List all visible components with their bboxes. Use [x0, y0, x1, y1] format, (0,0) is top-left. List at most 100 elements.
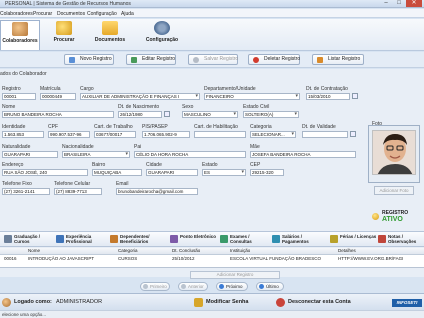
tab-ferias[interactable]: Férias / Licenças	[330, 233, 376, 247]
close-button[interactable]: ✕	[406, 0, 422, 7]
menu-colaboradores[interactable]: Colaboradores	[0, 11, 33, 17]
pis-pasep-field[interactable]: 1.706.065.902-9	[142, 131, 190, 138]
email-field[interactable]: brunobandeirarocha@gmail.com	[116, 188, 198, 195]
cargo-label: Cargo	[80, 86, 94, 92]
dt-nascimento-field[interactable]: 26/12/1980	[118, 111, 162, 118]
cidade-field[interactable]: GUARAPARI	[146, 169, 198, 176]
telefone-celular-field[interactable]: (27) 8839-7713	[54, 188, 102, 195]
calendar-icon[interactable]	[164, 111, 170, 117]
change-password-link[interactable]: Modificar Senha	[206, 299, 248, 305]
cart-habilitacao-field[interactable]	[194, 131, 246, 138]
tab-salarios-label: Salários / Pagamentos	[282, 234, 309, 244]
minimize-button[interactable]: –	[380, 0, 392, 7]
calendar-icon[interactable]	[350, 131, 356, 137]
tab-exames[interactable]: Exames / Consultas	[220, 233, 270, 247]
sun-icon	[330, 235, 338, 243]
add-register-button[interactable]: Adicionar Registro	[190, 271, 280, 279]
last-icon	[259, 284, 264, 289]
employee-photo	[372, 130, 416, 175]
categoria-label: Categoria	[250, 124, 272, 130]
nav-configuracao[interactable]: Configuração	[136, 20, 188, 50]
calendar-icon[interactable]	[352, 93, 358, 99]
cpf-label: CPF	[48, 124, 58, 130]
list-record-label: Listar Registro	[328, 56, 361, 62]
edit-record-button[interactable]: Editar Registro	[126, 54, 176, 65]
nav-documentos[interactable]: Documentos	[88, 20, 132, 50]
tab-salarios[interactable]: Salários / Pagamentos	[272, 233, 324, 247]
column-header-instituicao[interactable]: Instituição	[230, 248, 250, 254]
nome-field[interactable]: BRUNO BANDEIRA ROCHA	[2, 111, 114, 118]
table-row[interactable]: 00016 INTRODUÇÃO AO JAVASCRIPT CURSOS 25…	[0, 256, 424, 263]
new-record-button[interactable]: Novo Registro	[64, 54, 114, 65]
notes-icon	[378, 235, 386, 243]
estado-select[interactable]: ES	[202, 169, 246, 176]
estado-civil-select[interactable]: SOLTEIRO(A)	[243, 111, 299, 118]
column-header-dt-conclusao[interactable]: Dt. Conclusão	[172, 248, 200, 254]
sexo-select[interactable]: MASCULINO	[182, 111, 238, 118]
save-record-button[interactable]: Salvar Registro	[188, 54, 238, 65]
estado-civil-label: Estado Civil	[243, 104, 270, 110]
detail-tabs: Graduação / Cursos Experiência Profissio…	[0, 231, 424, 247]
status-bar: elecione uma opção...	[0, 310, 424, 318]
cart-trabalho-field[interactable]: 03677/00017	[94, 131, 136, 138]
last-page-button[interactable]: Último	[256, 282, 284, 291]
departamento-select[interactable]: FINANCEIRO	[204, 93, 300, 100]
dt-nascimento-label: Dt. de Nascimento	[118, 104, 160, 110]
naturalidade-field[interactable]: GUARAPARI	[2, 151, 58, 158]
endereco-field[interactable]: RUA SÃO JOSÉ, 240	[2, 169, 88, 176]
table-header: Nome Categoria Dt. Conclusão Instituição…	[0, 248, 424, 255]
status-text: elecione uma opção...	[2, 312, 47, 317]
mae-field[interactable]: JOSEFA BANDEIRA ROCHA	[250, 151, 356, 158]
telefone-celular-label: Telefone Celular	[54, 181, 91, 187]
nav-colaboradores[interactable]: Colaboradores	[0, 20, 40, 50]
row-nome: INTRODUÇÃO AO JAVASCRIPT	[28, 256, 95, 261]
tab-dependentes[interactable]: Dependentes/ Beneficiários	[110, 233, 166, 247]
registro-field[interactable]: 00001	[2, 93, 36, 100]
pai-field[interactable]: CÉLIO DA HORA ROCHA	[134, 151, 246, 158]
row-categoria: CURSOS	[118, 256, 138, 261]
first-icon	[143, 284, 148, 289]
cpf-field[interactable]: 990.907.537-96	[48, 131, 90, 138]
column-header-detalhes[interactable]: Detalhes	[338, 248, 356, 254]
cep-field[interactable]: 29215-320	[250, 169, 284, 176]
nav-procurar[interactable]: Procurar	[44, 20, 84, 50]
column-header-categoria[interactable]: Categoria	[118, 248, 138, 254]
menu-documentos[interactable]: Documentos	[57, 11, 85, 17]
tab-experiencia[interactable]: Experiência Profissional	[56, 233, 106, 247]
column-header-nome[interactable]: Nome	[28, 248, 40, 254]
delete-record-button[interactable]: Deletar Registro	[248, 54, 300, 65]
previous-page-button[interactable]: Anterior	[178, 282, 208, 291]
tab-exames-label: Exames / Consultas	[230, 234, 252, 244]
tab-ponto[interactable]: Ponto Eletrônico	[170, 233, 216, 247]
next-page-button[interactable]: Próximo	[216, 282, 248, 291]
bairro-field[interactable]: MUQUIÇABA	[92, 169, 142, 176]
first-page-button[interactable]: Primeiro	[140, 282, 170, 291]
nav-colaboradores-label: Colaboradores	[2, 38, 38, 44]
dt-contratacao-field[interactable]: 15/03/2010	[306, 93, 350, 100]
list-record-button[interactable]: Listar Registro	[312, 54, 364, 65]
dt-validade-field[interactable]	[302, 131, 348, 138]
categoria-select[interactable]: SELECIONAR...	[250, 131, 296, 138]
dt-contratacao-label: Dt. de Contratação	[306, 86, 348, 92]
tab-notas[interactable]: Notas / Observações	[378, 233, 422, 247]
menu-ajuda[interactable]: Ajuda	[121, 11, 134, 17]
section-title: ados do Colaborador	[0, 71, 47, 77]
logout-link[interactable]: Desconectar esta Conta	[288, 299, 351, 305]
row-id: 00016	[4, 256, 17, 261]
nacionalidade-select[interactable]: BRASILEIRA	[62, 151, 130, 158]
previous-icon	[181, 284, 186, 289]
tab-experiencia-label: Experiência Profissional	[66, 234, 92, 244]
first-page-label: Primeiro	[150, 284, 167, 289]
menu-procurar[interactable]: Procurar	[33, 11, 52, 17]
footer-bar: Logado como: ADMINISTRADOR Modificar Sen…	[0, 293, 424, 310]
matricula-field[interactable]: 00000449	[40, 93, 76, 100]
next-page-label: Próximo	[226, 284, 243, 289]
menu-configuracao[interactable]: Configuração	[87, 11, 117, 17]
identidade-field[interactable]: 1.563.853	[2, 131, 44, 138]
add-photo-button[interactable]: Adicionar Foto	[374, 186, 414, 195]
cargo-select[interactable]: AUXILIAR DE ADMINISTRAÇÃO E FINANÇAS I	[80, 93, 200, 100]
tab-graduacao[interactable]: Graduação / Cursos	[4, 233, 50, 247]
nome-label: Nome	[2, 104, 16, 110]
maximize-button[interactable]: □	[393, 0, 405, 7]
telefone-fixo-field[interactable]: (27) 3261-2141	[2, 188, 50, 195]
